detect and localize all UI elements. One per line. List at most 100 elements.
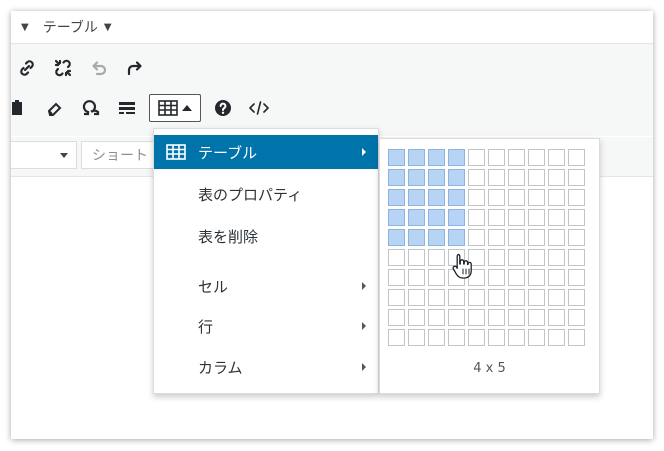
redo-button[interactable]	[121, 54, 149, 82]
grid-cell[interactable]	[388, 189, 405, 206]
grid-cell[interactable]	[388, 169, 405, 186]
code-button[interactable]	[245, 94, 273, 122]
grid-cell[interactable]	[388, 249, 405, 266]
grid-cell[interactable]	[488, 329, 505, 346]
grid-cell[interactable]	[448, 189, 465, 206]
grid-cell[interactable]	[488, 229, 505, 246]
grid-cell[interactable]	[568, 189, 585, 206]
grid-cell[interactable]	[428, 209, 445, 226]
grid-cell[interactable]	[468, 329, 485, 346]
grid-cell[interactable]	[528, 229, 545, 246]
grid-cell[interactable]	[548, 269, 565, 286]
menu-item-cell[interactable]: セル	[154, 269, 378, 303]
grid-cell[interactable]	[468, 209, 485, 226]
grid-cell[interactable]	[488, 149, 505, 166]
grid-cell[interactable]	[488, 309, 505, 326]
grid-cell[interactable]	[448, 329, 465, 346]
grid-cell[interactable]	[448, 309, 465, 326]
grid-cell[interactable]	[468, 309, 485, 326]
grid-cell[interactable]	[468, 289, 485, 306]
grid-cell[interactable]	[548, 309, 565, 326]
grid-cell[interactable]	[528, 309, 545, 326]
grid-cell[interactable]	[408, 289, 425, 306]
grid-cell[interactable]	[468, 149, 485, 166]
grid-cell[interactable]	[448, 209, 465, 226]
grid-cell[interactable]	[428, 309, 445, 326]
grid-cell[interactable]	[568, 289, 585, 306]
grid-cell[interactable]	[428, 249, 445, 266]
unlink-button[interactable]	[49, 54, 77, 82]
grid-cell[interactable]	[408, 169, 425, 186]
grid-cell[interactable]	[388, 209, 405, 226]
grid-cell[interactable]	[488, 249, 505, 266]
grid-cell[interactable]	[408, 209, 425, 226]
grid-cell[interactable]	[548, 229, 565, 246]
grid-cell[interactable]	[428, 269, 445, 286]
menubar-item-format[interactable]: ▼	[19, 22, 35, 33]
grid-cell[interactable]	[568, 329, 585, 346]
grid-cell[interactable]	[488, 209, 505, 226]
grid-cell[interactable]	[568, 229, 585, 246]
grid-cell[interactable]	[528, 249, 545, 266]
grid-cell[interactable]	[508, 329, 525, 346]
grid-cell[interactable]	[508, 229, 525, 246]
grid-cell[interactable]	[448, 229, 465, 246]
grid-cell[interactable]	[548, 169, 565, 186]
grid-cell[interactable]	[448, 169, 465, 186]
menu-item-delete-table[interactable]: 表を削除	[154, 219, 378, 253]
grid-cell[interactable]	[548, 149, 565, 166]
grid-cell[interactable]	[408, 249, 425, 266]
grid-cell[interactable]	[508, 309, 525, 326]
menu-item-column[interactable]: カラム	[154, 350, 378, 384]
table-button[interactable]	[149, 94, 201, 122]
grid-cell[interactable]	[388, 149, 405, 166]
grid-cell[interactable]	[388, 269, 405, 286]
link-button[interactable]	[13, 54, 41, 82]
grid-cell[interactable]	[428, 329, 445, 346]
paste-text-button[interactable]	[11, 94, 33, 122]
grid-cell[interactable]	[568, 209, 585, 226]
grid-cell[interactable]	[508, 249, 525, 266]
grid-cell[interactable]	[548, 329, 565, 346]
grid-cell[interactable]	[468, 169, 485, 186]
grid-cell[interactable]	[408, 329, 425, 346]
grid-cell[interactable]	[468, 189, 485, 206]
grid-cell[interactable]	[448, 289, 465, 306]
grid-cell[interactable]	[388, 229, 405, 246]
grid-cell[interactable]	[528, 149, 545, 166]
grid-cell[interactable]	[568, 309, 585, 326]
grid-cell[interactable]	[528, 169, 545, 186]
grid-cell[interactable]	[408, 149, 425, 166]
grid-cell[interactable]	[508, 149, 525, 166]
grid-cell[interactable]	[528, 329, 545, 346]
grid-cell[interactable]	[408, 309, 425, 326]
undo-button[interactable]	[85, 54, 113, 82]
grid-cell[interactable]	[408, 189, 425, 206]
grid-cell[interactable]	[548, 249, 565, 266]
grid-cell[interactable]	[428, 289, 445, 306]
grid-cell[interactable]	[528, 289, 545, 306]
menu-item-table[interactable]: テーブル	[154, 135, 378, 169]
menu-item-row[interactable]: 行	[154, 309, 378, 343]
grid-cell[interactable]	[548, 189, 565, 206]
grid-cell[interactable]	[568, 149, 585, 166]
grid-cell[interactable]	[568, 169, 585, 186]
grid-cell[interactable]	[408, 229, 425, 246]
horizontal-line-button[interactable]	[113, 94, 141, 122]
grid-cell[interactable]	[388, 329, 405, 346]
grid-cell[interactable]	[428, 149, 445, 166]
grid-cell[interactable]	[548, 289, 565, 306]
grid-cell[interactable]	[508, 189, 525, 206]
grid-cell[interactable]	[468, 229, 485, 246]
grid-cell[interactable]	[508, 289, 525, 306]
grid-cell[interactable]	[488, 169, 505, 186]
grid-cell[interactable]	[408, 269, 425, 286]
grid-cell[interactable]	[528, 209, 545, 226]
grid-cell[interactable]	[568, 249, 585, 266]
grid-cell[interactable]	[448, 149, 465, 166]
grid-cell[interactable]	[428, 169, 445, 186]
menu-item-table-properties[interactable]: 表のプロパティ	[154, 177, 378, 211]
grid-cell[interactable]	[428, 189, 445, 206]
grid-cell[interactable]	[488, 189, 505, 206]
grid-cell[interactable]	[528, 189, 545, 206]
